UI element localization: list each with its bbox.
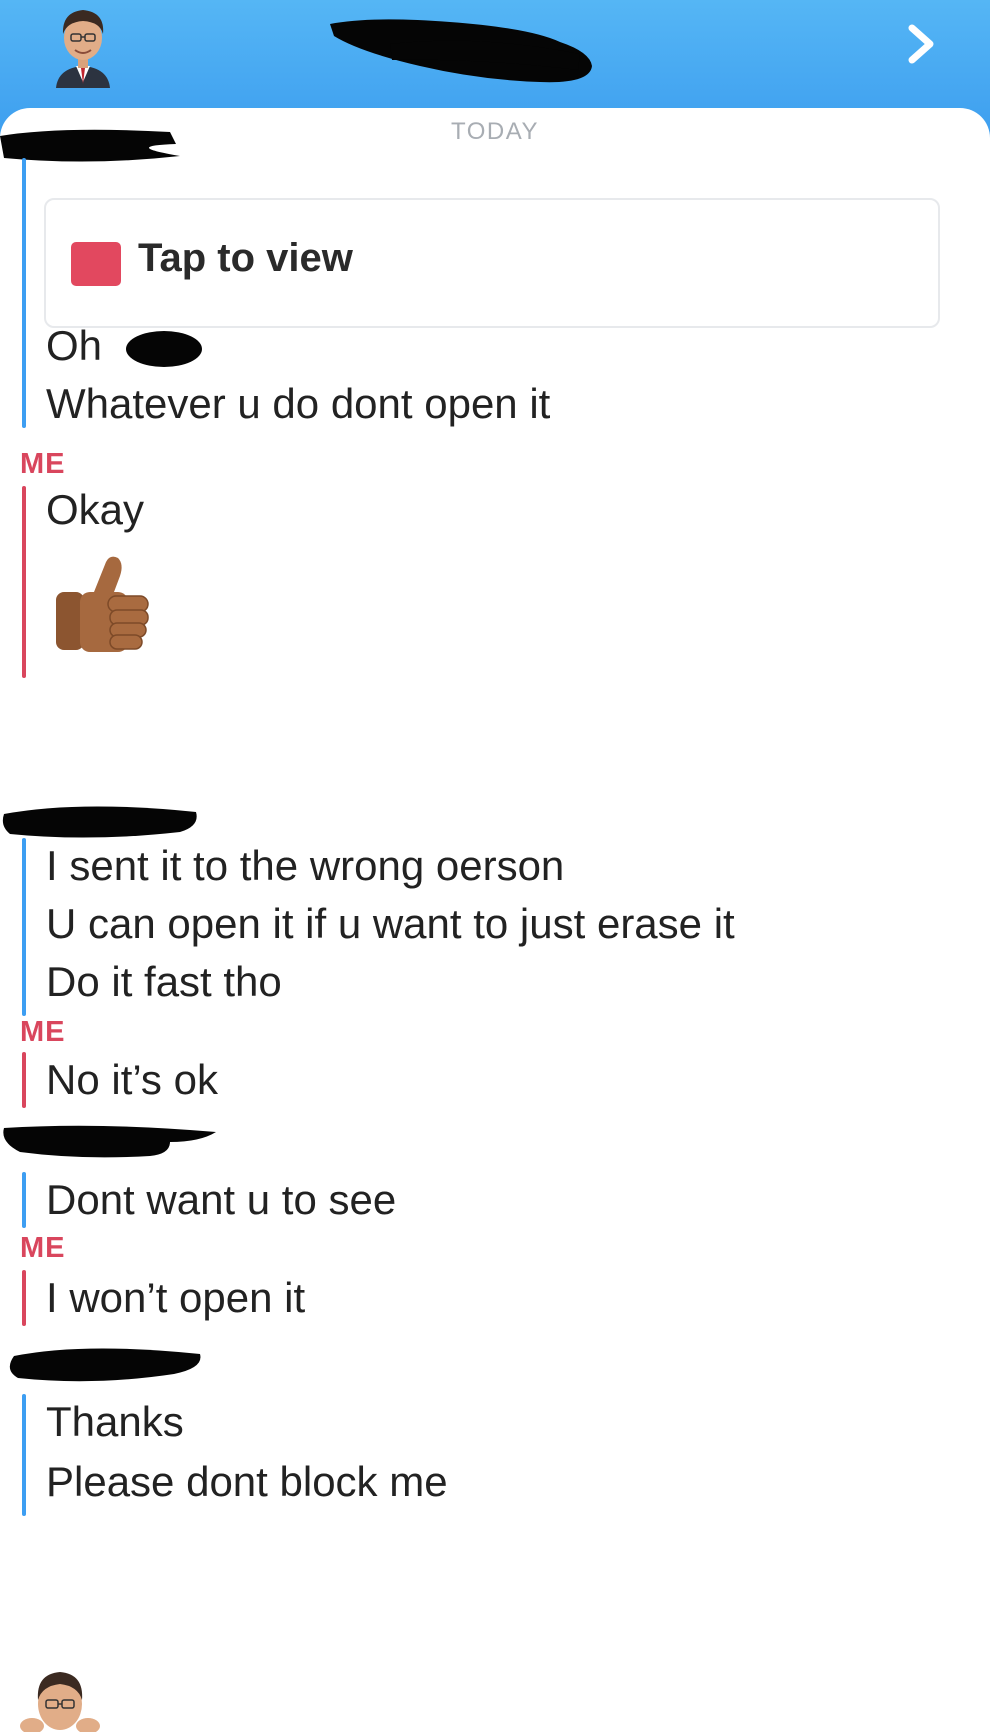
message-line: Oh bbox=[46, 316, 204, 376]
message-line: I won’t open it bbox=[46, 1274, 306, 1321]
red-snap-square-icon bbox=[71, 242, 121, 286]
bitmoji-avatar-icon[interactable] bbox=[50, 4, 116, 88]
message-line: Thanks bbox=[46, 1398, 184, 1445]
sender-bar bbox=[22, 1270, 26, 1326]
sender-bar bbox=[22, 1394, 26, 1516]
me-label: ME bbox=[20, 1016, 66, 1048]
sender-bar bbox=[22, 838, 26, 1016]
redacted-contact-name bbox=[330, 19, 592, 83]
message-line: Please dont block me bbox=[46, 1458, 448, 1505]
message-line: U can open it if u want to just erase it bbox=[46, 900, 735, 947]
sender-bar bbox=[22, 1052, 26, 1108]
redacted-sender-name bbox=[3, 1125, 217, 1158]
chat-thread[interactable]: TODAY Tap to view Oh Whatever u do dont … bbox=[0, 108, 990, 1732]
message-line: Whatever u do dont open it bbox=[46, 380, 551, 427]
sender-bar bbox=[22, 158, 26, 428]
message-text: Oh bbox=[46, 322, 103, 369]
redacted-sender-name bbox=[9, 1348, 201, 1382]
message-group-me: ME Okay bbox=[0, 438, 990, 798]
message-line: Okay bbox=[46, 486, 145, 533]
chat-screen: TODAY Tap to view Oh Whatever u do dont … bbox=[0, 0, 990, 1732]
snap-tap-to-view[interactable]: Tap to view bbox=[44, 198, 940, 328]
message-line: I sent it to the wrong oerson bbox=[46, 842, 565, 889]
message-group-them: Dont want u to see bbox=[0, 1120, 990, 1232]
sender-bar bbox=[22, 486, 26, 678]
bitmoji-avatar-icon[interactable] bbox=[18, 1660, 102, 1732]
message-line: Dont want u to see bbox=[46, 1176, 397, 1223]
chevron-right-icon[interactable] bbox=[902, 22, 942, 66]
snap-label: Tap to view bbox=[138, 236, 353, 280]
redacted-sender-name bbox=[0, 129, 180, 162]
message-group-me: ME I won’t open it bbox=[0, 1232, 990, 1342]
sender-bar bbox=[22, 1172, 26, 1228]
thumbs-up-medium-dark-skin-icon bbox=[56, 556, 149, 652]
me-label: ME bbox=[20, 1232, 66, 1264]
me-label: ME bbox=[20, 448, 66, 480]
message-group-me: ME No it’s ok bbox=[0, 1012, 990, 1122]
message-group-them: Thanks Please dont block me bbox=[0, 1342, 990, 1542]
message-line: Do it fast tho bbox=[46, 958, 282, 1005]
message-group-them: Tap to view Oh Whatever u do dont open i… bbox=[0, 108, 990, 438]
redacted-name-inline bbox=[125, 330, 202, 367]
message-line: No it’s ok bbox=[46, 1056, 218, 1103]
